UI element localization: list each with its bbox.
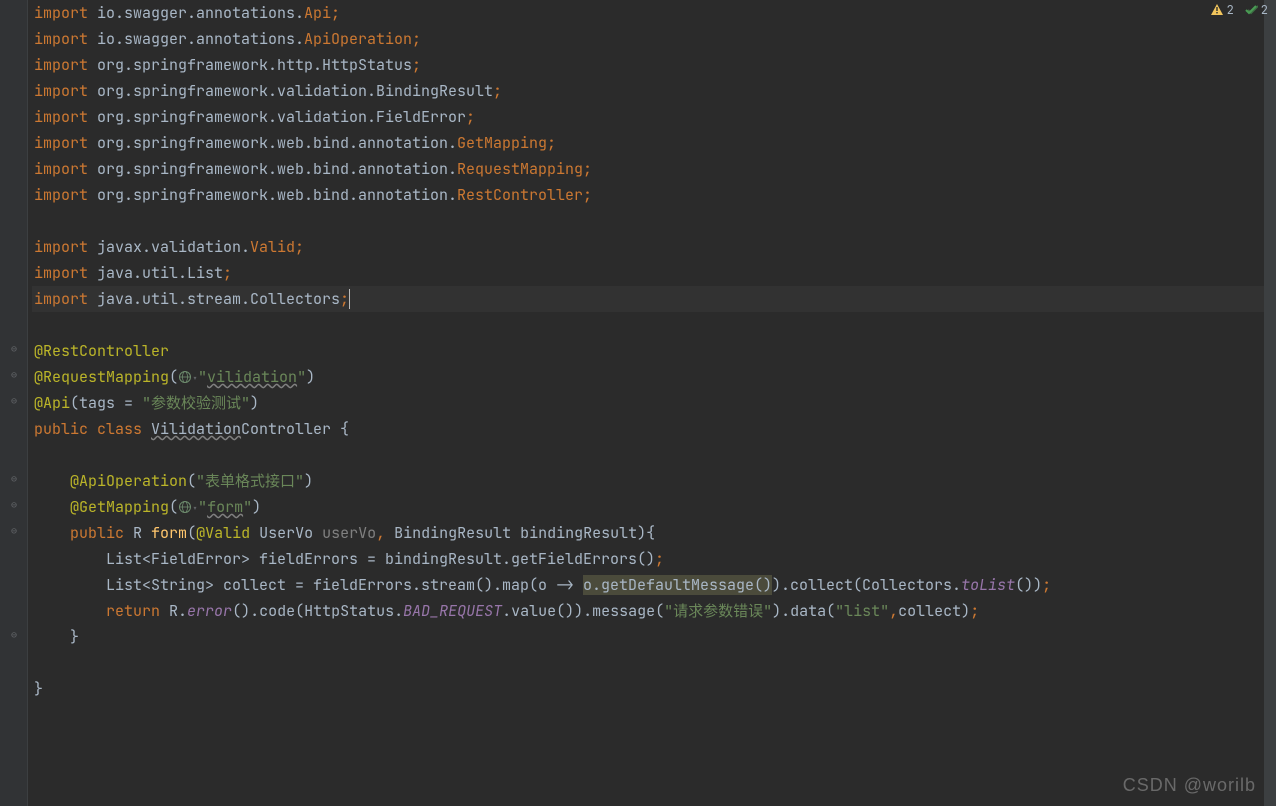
warning-indicator[interactable]: 2: [1210, 2, 1234, 18]
code-line[interactable]: import java.util.stream.Collectors;: [32, 286, 1276, 312]
code-line[interactable]: import org.springframework.validation.Fi…: [32, 104, 1276, 130]
code-line[interactable]: public R form(@Valid UserVo userVo, Bind…: [32, 520, 1276, 546]
fold-icon[interactable]: ⊖: [6, 470, 22, 486]
code-line[interactable]: import org.springframework.validation.Bi…: [32, 78, 1276, 104]
code-line[interactable]: }: [32, 624, 1276, 650]
code-line[interactable]: import org.springframework.web.bind.anno…: [32, 156, 1276, 182]
code-line[interactable]: import io.swagger.annotations.Api;: [32, 0, 1276, 26]
check-indicator[interactable]: 2: [1244, 2, 1268, 18]
code-line[interactable]: @GetMapping(▾"form"): [32, 494, 1276, 520]
gutter-icon[interactable]: ⊖: [6, 496, 22, 512]
scrollbar[interactable]: [1264, 0, 1276, 806]
code-line[interactable]: }: [32, 676, 1276, 702]
code-line[interactable]: import java.util.List;: [32, 260, 1276, 286]
code-area[interactable]: import io.swagger.annotations.Api;import…: [28, 0, 1276, 806]
gutter: ⊖ ⊖ ⊖ ⊖ ⊖ ⊖ ⊖: [0, 0, 28, 806]
code-line[interactable]: @ApiOperation("表单格式接口"): [32, 468, 1276, 494]
code-line[interactable]: @Api(tags = "参数校验测试"): [32, 390, 1276, 416]
watermark: CSDN @worilb: [1123, 775, 1256, 796]
code-line[interactable]: import org.springframework.web.bind.anno…: [32, 182, 1276, 208]
code-line[interactable]: import javax.validation.Valid;: [32, 234, 1276, 260]
code-line[interactable]: import org.springframework.http.HttpStat…: [32, 52, 1276, 78]
code-line[interactable]: return R.error().code(HttpStatus.BAD_REQ…: [32, 598, 1276, 624]
code-line[interactable]: @RestController: [32, 338, 1276, 364]
warning-icon: [1210, 3, 1224, 17]
check-count: 2: [1261, 2, 1268, 18]
code-line[interactable]: [32, 312, 1276, 338]
code-line[interactable]: @RequestMapping(▾"vilidation"): [32, 364, 1276, 390]
check-icon: [1244, 3, 1258, 17]
fold-icon[interactable]: ⊖: [6, 626, 22, 642]
fold-icon[interactable]: ⊖: [6, 340, 22, 356]
fold-icon[interactable]: ⊖: [6, 392, 22, 408]
code-line[interactable]: List<String> collect = fieldErrors.strea…: [32, 572, 1276, 598]
fold-icon[interactable]: ⊖: [6, 522, 22, 538]
fold-icon[interactable]: ⊖: [6, 366, 22, 382]
code-editor[interactable]: ⊖ ⊖ ⊖ ⊖ ⊖ ⊖ ⊖ import io.swagger.annotati…: [0, 0, 1276, 806]
code-line[interactable]: [32, 208, 1276, 234]
code-line[interactable]: import io.swagger.annotations.ApiOperati…: [32, 26, 1276, 52]
warning-count: 2: [1227, 2, 1234, 18]
code-line[interactable]: import org.springframework.web.bind.anno…: [32, 130, 1276, 156]
inspection-indicators[interactable]: 2 2: [1210, 2, 1268, 18]
code-line[interactable]: List<FieldError> fieldErrors = bindingRe…: [32, 546, 1276, 572]
code-line[interactable]: public class VilidationController {: [32, 416, 1276, 442]
code-line[interactable]: [32, 650, 1276, 676]
code-line[interactable]: [32, 442, 1276, 468]
